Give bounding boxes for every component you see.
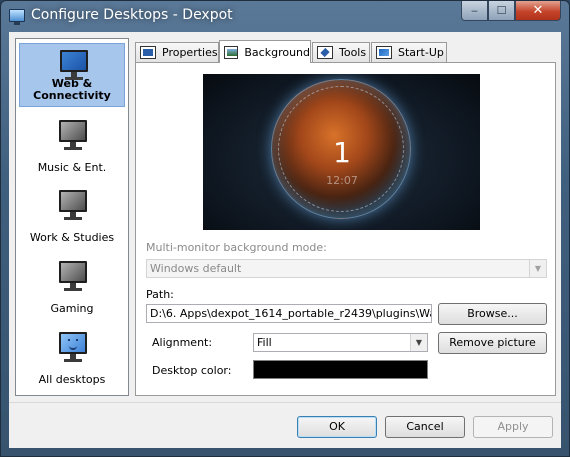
tab-properties[interactable]: Properties bbox=[135, 42, 219, 62]
dialog-client-area: Web & Connectivity Music & Ent. Work & S… bbox=[9, 32, 561, 448]
monitor-gray-icon bbox=[59, 120, 87, 152]
tab-label: Background bbox=[244, 45, 310, 59]
cancel-label: Cancel bbox=[406, 420, 444, 433]
ok-label: OK bbox=[329, 420, 345, 433]
sidebar-item-label: Work & Studies bbox=[29, 231, 115, 244]
tab-tools[interactable]: Tools bbox=[312, 42, 370, 62]
chevron-down-icon: ▼ bbox=[410, 334, 427, 351]
sidebar-item-gaming[interactable]: Gaming bbox=[19, 255, 125, 319]
desktop-list: Web & Connectivity Music & Ent. Work & S… bbox=[15, 38, 129, 396]
tab-label: Start-Up bbox=[398, 46, 444, 59]
monitor-face-icon bbox=[59, 332, 87, 364]
footer-separator bbox=[9, 402, 561, 403]
ok-button[interactable]: OK bbox=[297, 416, 377, 438]
alignment-value: Fill bbox=[257, 336, 272, 349]
sidebar-item-all-desktops[interactable]: All desktops bbox=[19, 326, 125, 390]
picture-icon bbox=[224, 45, 239, 59]
apply-button[interactable]: Apply bbox=[473, 416, 553, 438]
close-button[interactable]: ✕ bbox=[515, 1, 561, 21]
path-label: Path: bbox=[146, 288, 174, 301]
globe-wallpaper-image: 1 12:07 bbox=[271, 79, 411, 219]
wallpaper-preview: 1 12:07 bbox=[203, 74, 480, 230]
sidebar-item-music-ent[interactable]: Music & Ent. bbox=[19, 114, 125, 178]
desktop-color-picker[interactable] bbox=[253, 360, 428, 379]
multi-monitor-select[interactable]: Windows default ▼ bbox=[146, 259, 547, 278]
properties-icon bbox=[140, 46, 156, 59]
tab-label: Properties bbox=[162, 46, 218, 59]
path-input[interactable]: D:\6. Apps\dexpot_1614_portable_r2439\pl… bbox=[146, 304, 432, 323]
wallpaper-clock: 12:07 bbox=[326, 174, 358, 187]
desktop-color-label: Desktop color: bbox=[152, 364, 232, 377]
monitor-gray-icon bbox=[59, 190, 87, 222]
multi-monitor-value: Windows default bbox=[150, 262, 242, 275]
minimize-button[interactable]: ‒ bbox=[461, 1, 488, 21]
dialog-window: Configure Desktops - Dexpot ‒ ☐ ✕ Web & … bbox=[0, 0, 570, 457]
alignment-label: Alignment: bbox=[152, 336, 213, 349]
tools-icon bbox=[317, 46, 333, 59]
sidebar-item-work-studies[interactable]: Work & Studies bbox=[19, 184, 125, 248]
window-title: Configure Desktops - Dexpot bbox=[31, 7, 233, 23]
browse-label: Browse... bbox=[467, 307, 518, 320]
tab-background[interactable]: Background bbox=[219, 40, 311, 63]
sidebar-item-label: Gaming bbox=[50, 302, 94, 315]
cancel-button[interactable]: Cancel bbox=[385, 416, 465, 438]
sidebar-item-label: Connectivity bbox=[33, 89, 111, 102]
app-monitor-icon bbox=[9, 9, 25, 25]
tab-startup[interactable]: Start-Up bbox=[371, 42, 447, 62]
tab-label: Tools bbox=[339, 46, 367, 59]
title-bar[interactable]: Configure Desktops - Dexpot ‒ ☐ ✕ bbox=[1, 1, 569, 31]
sidebar-item-web-connectivity[interactable]: Web & Connectivity bbox=[19, 43, 125, 107]
maximize-button[interactable]: ☐ bbox=[488, 1, 515, 21]
desktop-number: 1 bbox=[333, 136, 351, 169]
remove-picture-button[interactable]: Remove picture bbox=[438, 332, 547, 354]
browse-button[interactable]: Browse... bbox=[438, 303, 547, 325]
monitor-gray-icon bbox=[59, 261, 87, 293]
background-tab-panel: 1 12:07 Multi-monitor background mode: W… bbox=[135, 62, 556, 396]
startup-icon bbox=[376, 46, 392, 59]
sidebar-item-label: All desktops bbox=[38, 373, 106, 386]
remove-picture-label: Remove picture bbox=[449, 336, 536, 349]
multi-monitor-label: Multi-monitor background mode: bbox=[146, 241, 327, 254]
caption-buttons: ‒ ☐ ✕ bbox=[461, 1, 561, 21]
monitor-blue-icon bbox=[60, 50, 88, 82]
chevron-down-icon: ▼ bbox=[529, 260, 546, 277]
apply-label: Apply bbox=[497, 420, 529, 433]
sidebar-item-label: Music & Ent. bbox=[37, 161, 107, 174]
alignment-select[interactable]: Fill ▼ bbox=[253, 333, 428, 352]
